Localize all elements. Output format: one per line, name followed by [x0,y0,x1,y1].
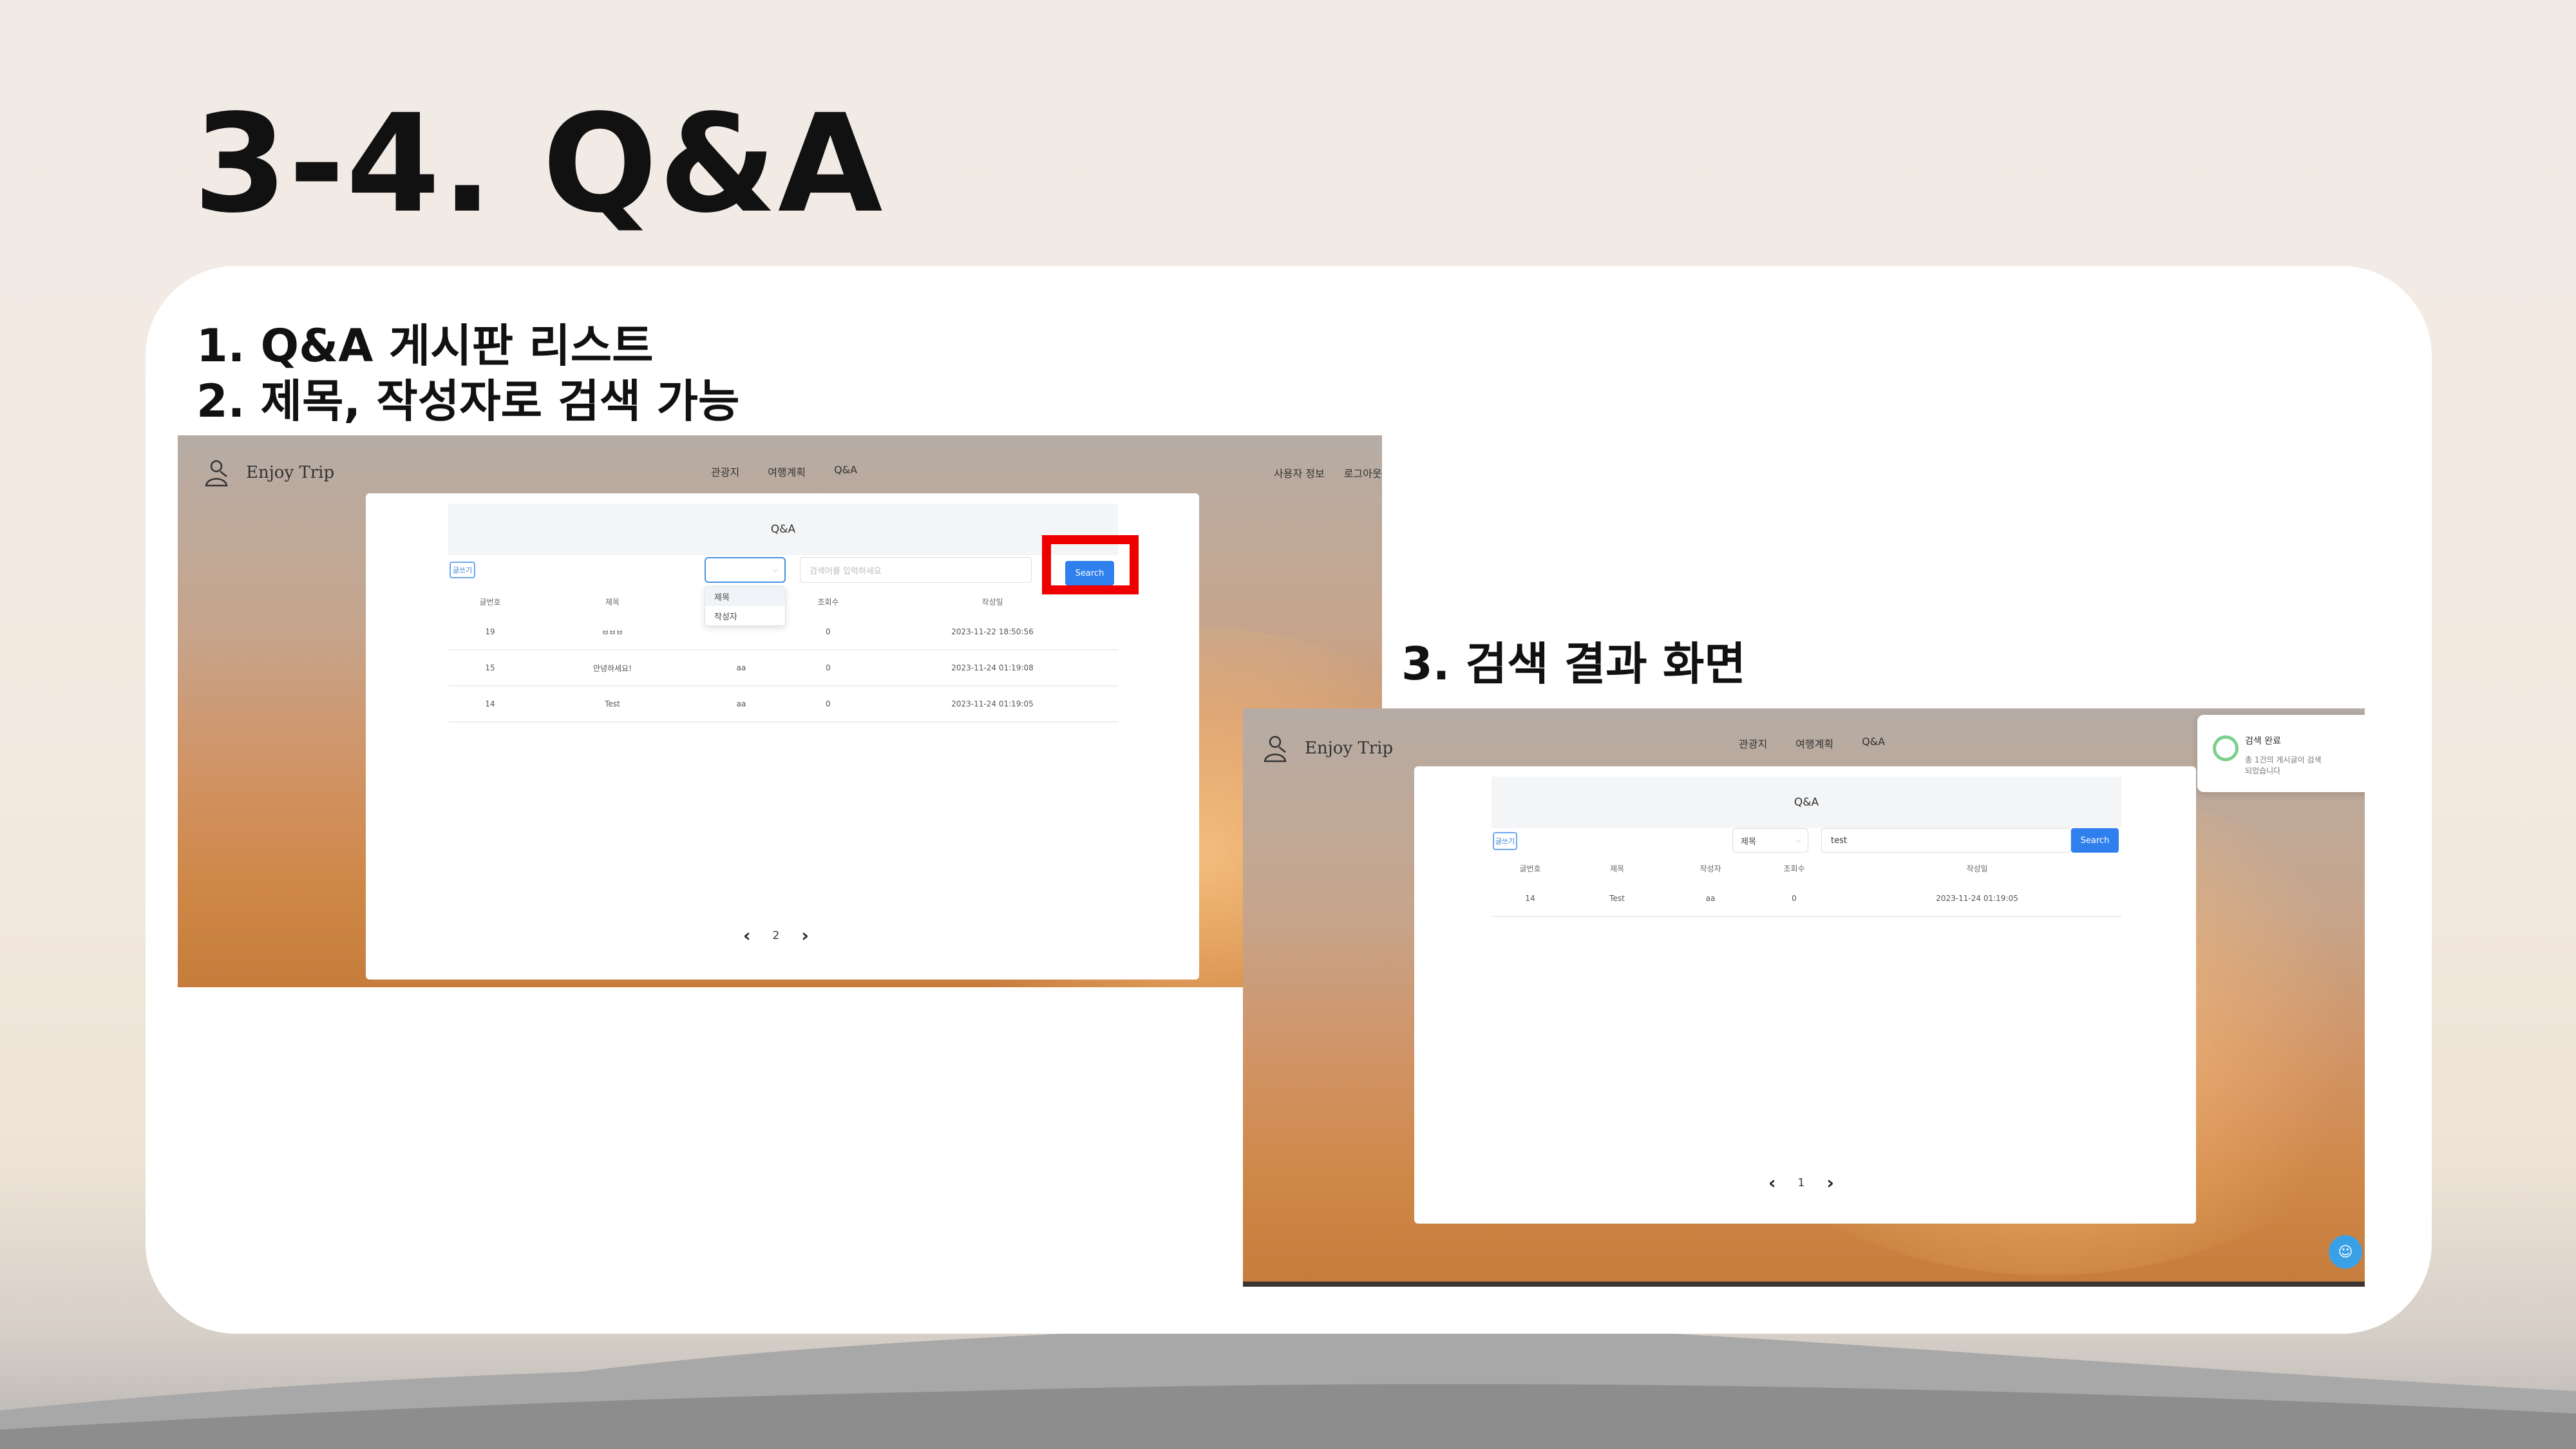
row-date: 2023-11-22 18:50:56 [951,627,1034,636]
slide-title: 3-4. Q&A [193,85,884,243]
row-no: 14 [485,699,495,708]
col-date: 작성일 [981,597,1003,607]
col-author: 작성자 [1700,864,1721,873]
nav-attractions[interactable]: 관광지 [711,464,739,479]
chat-icon[interactable]: ☺ [2329,1235,2362,1269]
row-title[interactable]: ㅂㅂㅂ [532,627,693,638]
board-title: Q&A [448,504,1118,555]
col-views: 조회수 [817,597,839,607]
search-type-select[interactable]: ⌵ [705,557,786,583]
search-result-screenshot: Enjoy Trip 관광지 여행계획 Q&A 검색 완료 총 1건의 게시글이… [1243,708,2365,1287]
col-no: 글번호 [479,597,501,607]
search-input[interactable]: test [1821,828,2071,853]
caption-search: 2. 제목, 작성자로 검색 가능 [196,375,740,428]
row-views: 0 [1792,894,1797,903]
row-no: 14 [1525,894,1535,903]
app-logo-text: Enjoy Trip [1305,739,1394,758]
write-button[interactable]: 글쓰기 [1493,832,1517,850]
nav-trip-plan[interactable]: 여행계획 [768,464,806,479]
search-button[interactable]: Search [2071,828,2119,853]
write-button[interactable]: 글쓰기 [450,562,475,578]
chevron-down-icon: ⌵ [1795,836,1801,844]
nav-trip-plan[interactable]: 여행계획 [1795,735,1833,751]
row-date: 2023-11-24 01:19:05 [1936,894,2018,903]
taskbar-strip [1243,1282,2365,1287]
app-logo[interactable]: Enjoy Trip [1260,733,1393,764]
search-input[interactable]: 검색어를 입력하세요 [800,557,1032,583]
traveler-logo-icon [205,460,228,487]
table-header: 글번호 제목 작성자 조회수 작성일 [1492,855,2121,881]
table-row[interactable]: 14 Test aa 0 2023-11-24 01:19:05 [448,687,1118,723]
current-page[interactable]: 2 [773,929,780,942]
table-row[interactable]: 14 Test aa 0 2023-11-24 01:19:05 [1492,881,2121,917]
user-nav: 사용자 정보 로그아웃 [1274,465,1382,480]
dropdown-option-author[interactable]: 작성자 [705,606,785,625]
current-page[interactable]: 1 [1798,1177,1805,1189]
caption-list: 1. Q&A 게시판 리스트 [196,319,654,372]
col-title: 제목 [1609,864,1625,873]
col-views: 조회수 [1783,864,1805,873]
search-type-dropdown: 제목 작성자 [705,586,786,626]
board-title: Q&A [1492,777,2121,828]
table-row[interactable]: 15 안녕하세요! aa 0 2023-11-24 01:19:08 [448,650,1118,687]
dropdown-option-title[interactable]: 제목 [705,587,785,606]
next-page-icon[interactable]: › [801,925,809,946]
row-title[interactable]: Test [532,699,693,708]
nav-user-info[interactable]: 사용자 정보 [1274,465,1325,480]
row-views: 0 [826,663,831,672]
row-author: aa [1705,894,1716,903]
app-logo[interactable]: Enjoy Trip [201,457,334,488]
pagination: ‹ 2 › [743,925,809,946]
col-title: 제목 [605,597,620,607]
search-complete-toast: 검색 완료 총 1건의 게시글이 검색 되었습니다 [2197,715,2365,792]
row-date: 2023-11-24 01:19:08 [951,663,1034,672]
next-page-icon[interactable]: › [1826,1172,1834,1193]
nav-logout[interactable]: 로그아웃 [1344,465,1382,480]
prev-page-icon[interactable]: ‹ [743,925,751,946]
check-circle-icon [2213,735,2239,761]
row-views: 0 [826,699,831,708]
search-button-highlight [1042,535,1139,594]
col-date: 작성일 [1966,864,1988,873]
main-nav: 관광지 여행계획 Q&A [711,464,857,479]
nav-qna[interactable]: Q&A [834,464,857,479]
search-type-value: 제목 [1741,837,1756,847]
row-title[interactable]: 안녕하세요! [532,663,693,674]
row-views: 0 [826,627,831,636]
app-logo-text: Enjoy Trip [246,463,335,482]
main-nav: 관광지 여행계획 Q&A [1739,735,1885,751]
nav-qna[interactable]: Q&A [1862,735,1885,751]
chevron-down-icon: ⌵ [772,565,778,574]
row-author: aa [736,699,746,708]
qna-table: 글번호 제목 작성자 조회수 작성일 14 Test aa 0 2023-11-… [1492,855,2121,917]
row-no: 19 [485,627,495,636]
prev-page-icon[interactable]: ‹ [1768,1172,1776,1193]
qna-list-screenshot: Enjoy Trip 관광지 여행계획 Q&A 사용자 정보 로그아웃 Q&A … [178,435,1382,987]
row-title[interactable]: Test [1569,894,1665,903]
row-author: aa [736,663,746,672]
row-date: 2023-11-24 01:19:05 [951,699,1034,708]
toast-title: 검색 완료 [2245,736,2281,746]
pagination: ‹ 1 › [1768,1172,1834,1193]
caption-result: 3. 검색 결과 화면 [1401,638,1746,690]
col-no: 글번호 [1519,864,1541,873]
traveler-logo-icon [1264,735,1287,762]
toast-message: 총 1건의 게시글이 검색 되었습니다 [2245,755,2322,775]
row-no: 15 [485,663,495,672]
search-type-select[interactable]: 제목 ⌵ [1732,828,1808,853]
nav-attractions[interactable]: 관광지 [1739,735,1767,751]
